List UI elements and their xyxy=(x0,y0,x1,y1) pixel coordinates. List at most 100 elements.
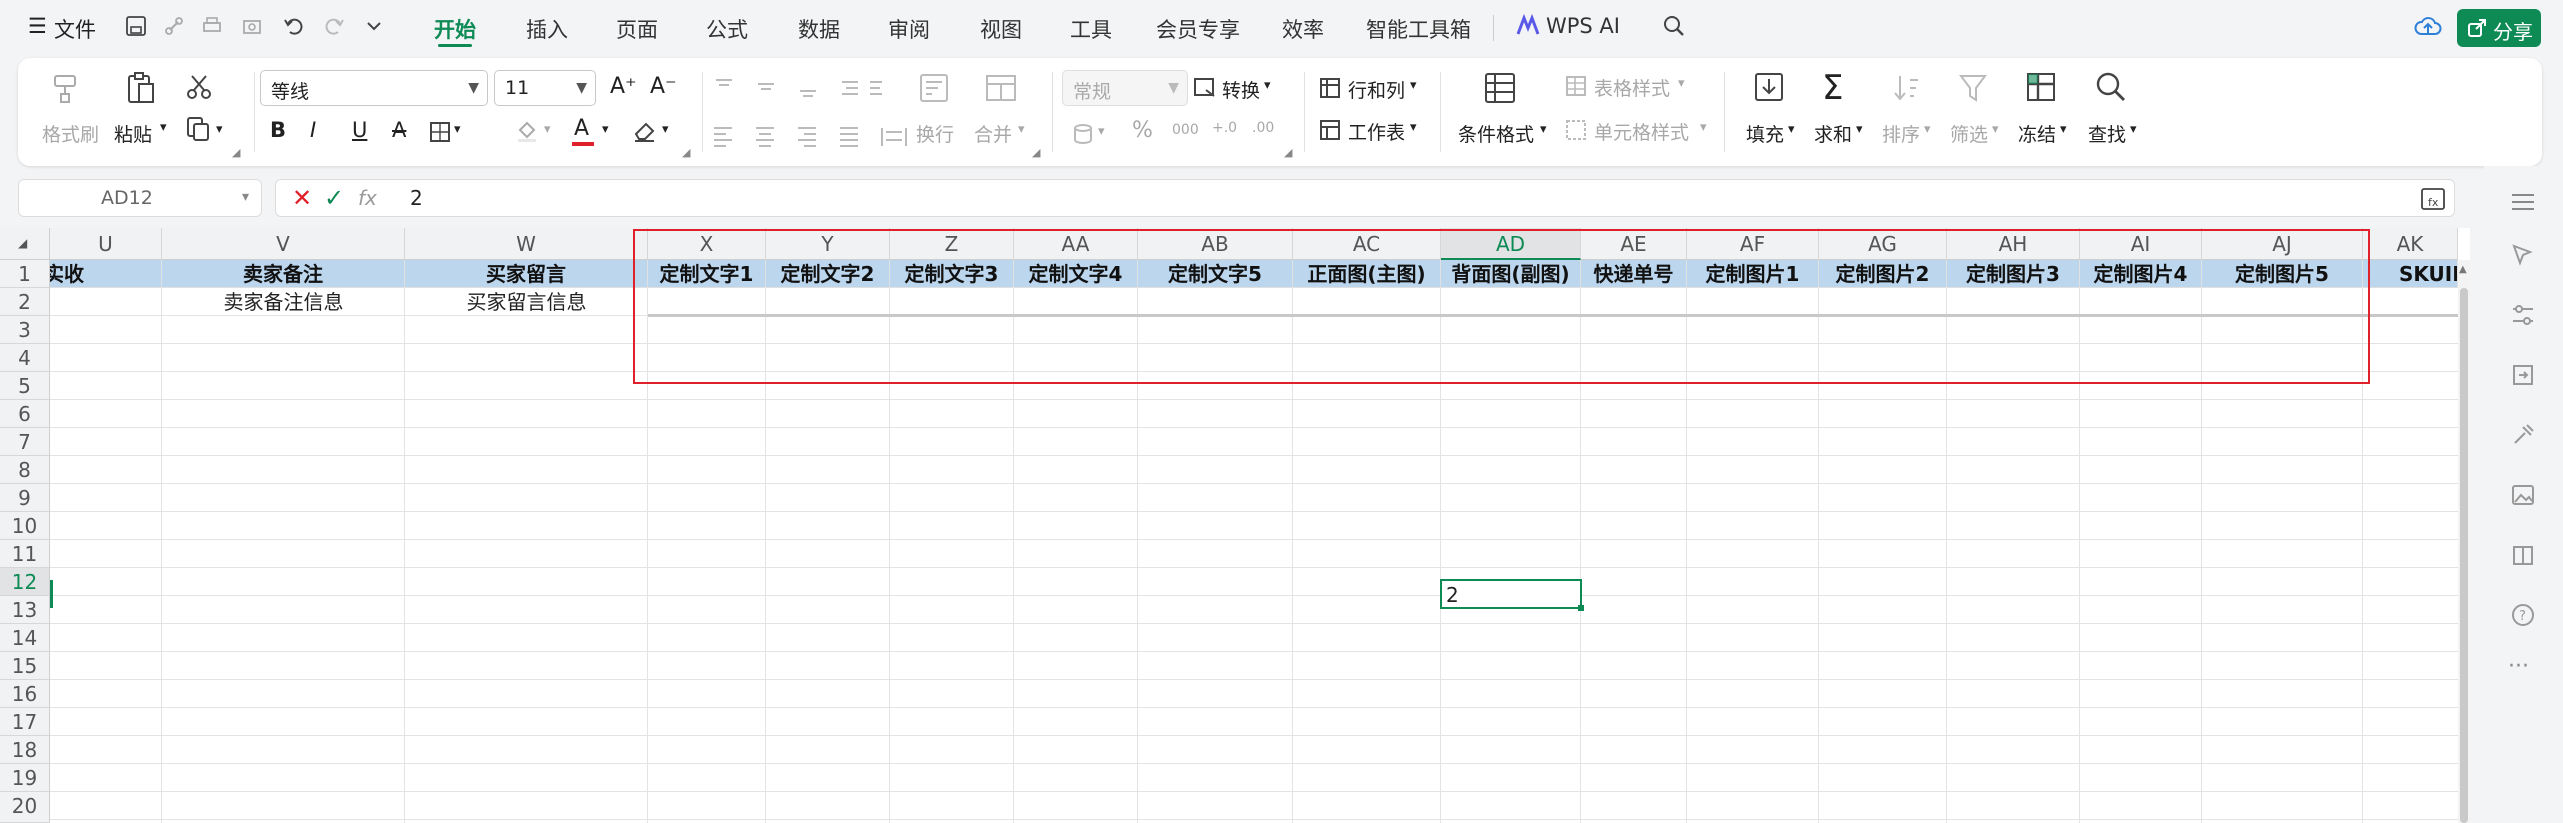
tab-smart-toolbox[interactable]: 智能工具箱 xyxy=(1366,14,1471,44)
row-header[interactable]: 7 xyxy=(0,428,50,456)
save-icon[interactable] xyxy=(124,14,148,38)
row-header[interactable]: 20 xyxy=(0,792,50,823)
book-icon[interactable] xyxy=(2510,542,2536,568)
worksheet-label[interactable]: 工作表 xyxy=(1348,118,1405,145)
row-header[interactable]: 14 xyxy=(0,624,50,652)
fill-chevron-icon[interactable]: ▾ xyxy=(1788,122,1795,137)
header-cell-AK[interactable]: SKUII xyxy=(2363,260,2458,288)
wps-ai-button[interactable]: WPS AI xyxy=(1546,14,1620,38)
header-cell-U[interactable]: 实收 xyxy=(50,260,162,288)
convert-chevron-icon[interactable]: ▾ xyxy=(1264,78,1271,93)
cell-W2[interactable]: 买家留言信息 xyxy=(405,288,648,316)
border-icon[interactable] xyxy=(428,120,452,144)
tab-page[interactable]: 页面 xyxy=(616,14,658,44)
paste-chevron-icon[interactable]: ▾ xyxy=(160,120,167,135)
convert-label[interactable]: 转换 xyxy=(1222,76,1260,103)
font-color-chevron-icon[interactable]: ▾ xyxy=(602,122,609,137)
percent-button[interactable]: % xyxy=(1132,118,1153,143)
conditional-format-chevron-icon[interactable]: ▾ xyxy=(1540,122,1547,137)
tab-formula[interactable]: 公式 xyxy=(706,14,748,44)
share-link-icon[interactable] xyxy=(162,14,186,38)
cell-style-label[interactable]: 单元格样式 xyxy=(1594,118,1689,145)
tab-member[interactable]: 会员专享 xyxy=(1156,14,1240,44)
fill-color-chevron-icon[interactable]: ▾ xyxy=(544,122,551,137)
freeze-panes-icon[interactable] xyxy=(2024,70,2058,104)
tab-review[interactable]: 审阅 xyxy=(888,14,930,44)
format-painter-label[interactable]: 格式刷 xyxy=(42,120,99,147)
print-icon[interactable] xyxy=(200,14,224,38)
fill-handle[interactable] xyxy=(1578,605,1584,611)
active-cell-AD12[interactable]: 2 xyxy=(1440,579,1584,611)
cancel-edit-icon[interactable]: ✕ xyxy=(292,184,312,212)
tab-insert[interactable]: 插入 xyxy=(526,14,568,44)
row-header[interactable]: 6 xyxy=(0,400,50,428)
share-button[interactable]: 分享 xyxy=(2457,9,2541,47)
tab-home[interactable]: 开始 xyxy=(434,14,476,44)
clear-format-icon[interactable] xyxy=(632,118,658,144)
insert-function-icon[interactable]: fx xyxy=(358,186,377,210)
border-chevron-icon[interactable]: ▾ xyxy=(454,122,461,137)
freeze-chevron-icon[interactable]: ▾ xyxy=(2060,122,2067,137)
sort-icon[interactable] xyxy=(1890,72,1922,104)
paste-label[interactable]: 粘贴 xyxy=(114,120,152,147)
row-col-chevron-icon[interactable]: ▾ xyxy=(1410,78,1417,93)
menu-icon[interactable]: ☰ xyxy=(28,14,47,38)
row-header[interactable]: 2 xyxy=(0,288,50,316)
currency-icon[interactable] xyxy=(1072,122,1094,146)
row-header[interactable]: 15 xyxy=(0,652,50,680)
undo-icon[interactable] xyxy=(282,14,306,38)
row-header[interactable]: 13 xyxy=(0,596,50,624)
filter-chevron-icon[interactable]: ▾ xyxy=(1992,122,1999,137)
row-header[interactable]: 3 xyxy=(0,316,50,344)
header-cell-W[interactable]: 买家留言 xyxy=(405,260,648,288)
row-header[interactable]: 17 xyxy=(0,708,50,736)
increase-font-icon[interactable]: A⁺ xyxy=(610,74,637,99)
cell-style-icon[interactable] xyxy=(1564,118,1588,142)
increase-decimal-icon[interactable]: +.0 xyxy=(1212,120,1237,136)
confirm-edit-icon[interactable]: ✓ xyxy=(324,184,344,212)
sort-chevron-icon[interactable]: ▾ xyxy=(1924,122,1931,137)
spreadsheet-grid[interactable]: ◢ U V W X Y Z AA AB AC AD AE AF AG AH AI… xyxy=(0,228,2470,823)
fill-label[interactable]: 填充 xyxy=(1746,120,1784,147)
sum-label[interactable]: 求和 xyxy=(1814,120,1852,147)
tools-icon[interactable] xyxy=(2510,422,2536,448)
clipboard-launcher-icon[interactable]: ◢ xyxy=(232,146,240,159)
image-icon[interactable] xyxy=(2510,482,2536,508)
freeze-label[interactable]: 冻结 xyxy=(2018,120,2056,147)
column-header-W[interactable]: W xyxy=(405,228,648,260)
fill-icon[interactable] xyxy=(1752,70,1786,104)
find-label[interactable]: 查找 xyxy=(2088,120,2126,147)
chevron-down-icon[interactable]: ▾ xyxy=(242,189,249,205)
scrollbar-thumb[interactable] xyxy=(2460,288,2468,823)
row-header[interactable]: 9 xyxy=(0,484,50,512)
vertical-align-icons[interactable] xyxy=(712,76,882,100)
conditional-format-icon[interactable] xyxy=(1482,70,1518,106)
row-header[interactable]: 4 xyxy=(0,344,50,372)
format-painter-icon[interactable] xyxy=(48,72,82,106)
font-launcher-icon[interactable]: ◢ xyxy=(682,146,690,159)
conditional-format-label[interactable]: 条件格式 xyxy=(1458,120,1534,147)
cell-style-chevron-icon[interactable]: ▾ xyxy=(1700,120,1707,135)
adjust-sliders-icon[interactable] xyxy=(2510,302,2536,328)
header-cell-V[interactable]: 卖家备注 xyxy=(162,260,405,288)
function-wizard-icon[interactable]: fx xyxy=(2420,187,2446,211)
filter-icon[interactable] xyxy=(1958,72,1988,104)
merge-cells-label[interactable]: 合并 xyxy=(974,120,1012,147)
column-header-U[interactable]: U xyxy=(50,228,162,260)
vertical-scrollbar[interactable]: ▲ xyxy=(2458,260,2470,823)
merge-cells-icon[interactable] xyxy=(984,72,1018,104)
row-header[interactable]: 1 xyxy=(0,260,50,288)
row-header[interactable]: 16 xyxy=(0,680,50,708)
convert-icon[interactable] xyxy=(1192,76,1218,100)
tab-tools[interactable]: 工具 xyxy=(1070,14,1112,44)
underline-button[interactable]: U xyxy=(352,118,367,142)
copy-chevron-icon[interactable]: ▾ xyxy=(216,122,223,137)
table-style-label[interactable]: 表格样式 xyxy=(1594,74,1670,101)
row-header-selected[interactable]: 12 xyxy=(0,568,50,596)
transfer-icon[interactable] xyxy=(2510,362,2536,388)
search-icon[interactable] xyxy=(1662,14,1686,38)
filter-label[interactable]: 筛选 xyxy=(1950,120,1988,147)
row-header[interactable]: 18 xyxy=(0,736,50,764)
sort-label[interactable]: 排序 xyxy=(1882,120,1920,147)
table-style-icon[interactable] xyxy=(1564,74,1588,98)
